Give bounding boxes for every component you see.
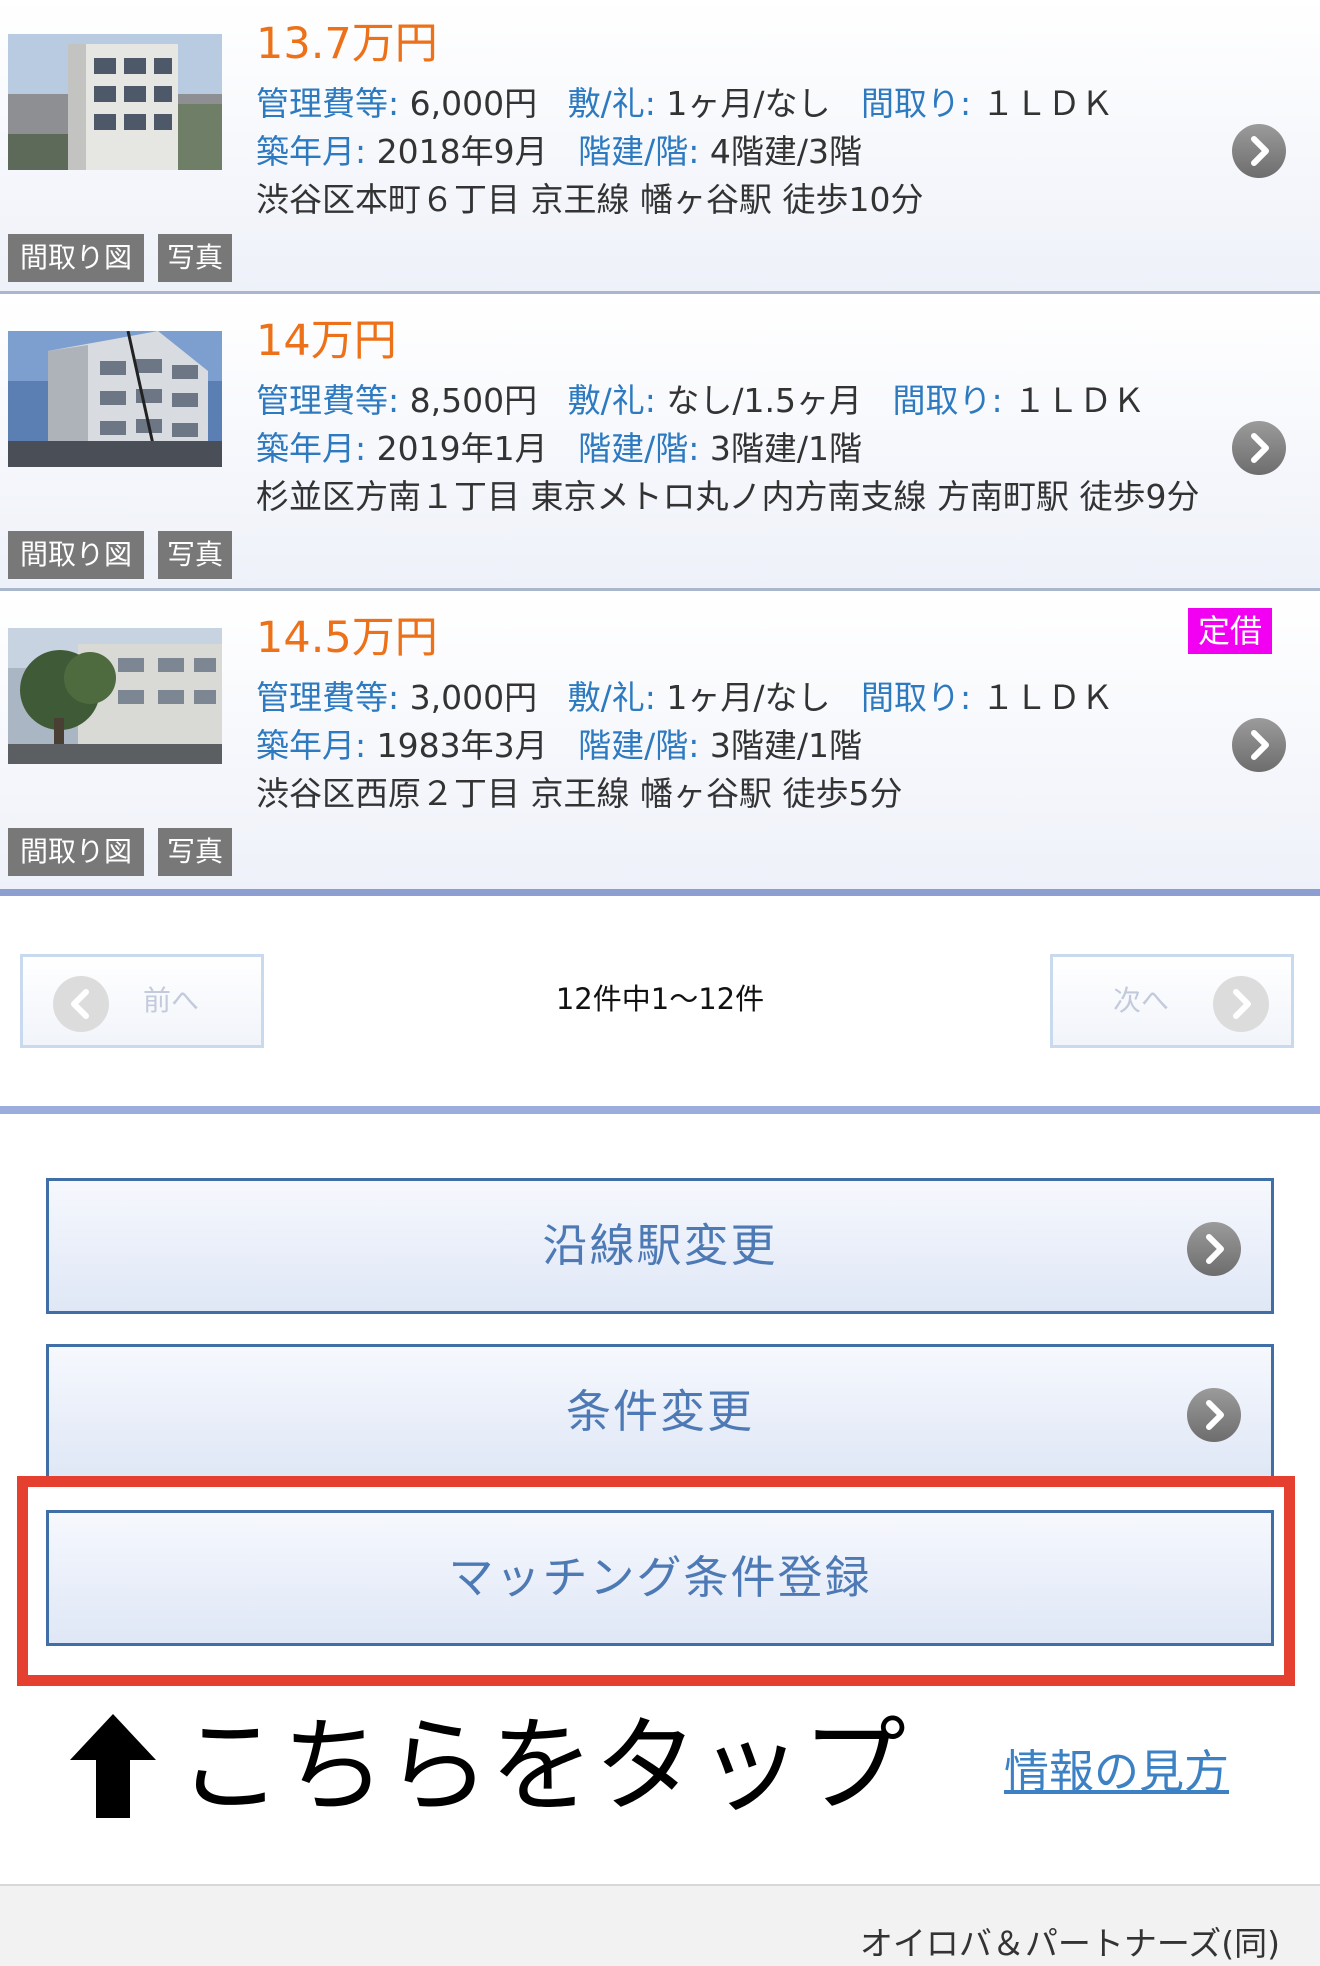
deposit-value: 1ヶ月/なし bbox=[666, 678, 831, 717]
rent-price: 13.7万円 bbox=[256, 19, 438, 69]
mgmt-fee-label: 管理費等: bbox=[256, 84, 400, 123]
chevron-right-circle-icon bbox=[1187, 1222, 1241, 1276]
built-label: 築年月: bbox=[256, 429, 367, 468]
built-value: 2018年9月 bbox=[376, 132, 548, 171]
prev-page-label: 前へ bbox=[143, 984, 200, 1017]
listing-fees-row: 管理費等: 6,000円 敷/礼: 1ヶ月/なし 間取り: １ＬＤＫ bbox=[256, 82, 1134, 126]
floor-label: 階建/階: bbox=[578, 429, 700, 468]
listing-building-row: 築年月: 2018年9月 階建/階: 4階建/3階 bbox=[256, 130, 882, 174]
layout-label: 間取り: bbox=[892, 381, 1003, 420]
deposit-label: 敷/礼: bbox=[567, 381, 656, 420]
line-station-change-button[interactable]: 沿線駅変更 bbox=[46, 1178, 1274, 1314]
photo-tag[interactable]: 写真 bbox=[158, 531, 232, 579]
line-station-change-label: 沿線駅変更 bbox=[542, 1219, 778, 1272]
floor-value: 3階建/1階 bbox=[709, 429, 862, 468]
listing-building-row: 築年月: 1983年3月 階建/階: 3階建/1階 bbox=[256, 724, 882, 768]
highlight-frame bbox=[17, 1476, 1295, 1686]
chevron-right-circle-icon bbox=[1213, 976, 1269, 1032]
mgmt-fee-label: 管理費等: bbox=[256, 381, 400, 420]
listing-card[interactable]: 間取り図 写真 14.5万円 定借 管理費等: 3,000円 敷/礼: 1ヶ月/… bbox=[0, 594, 1320, 896]
floor-label: 階建/階: bbox=[578, 132, 700, 171]
mgmt-fee-value: 6,000円 bbox=[409, 84, 538, 123]
prev-page-button[interactable]: 前へ bbox=[20, 954, 264, 1048]
property-photo-thumbnail[interactable] bbox=[8, 331, 222, 467]
condition-change-button[interactable]: 条件変更 bbox=[46, 1344, 1274, 1480]
floorplan-tag[interactable]: 間取り図 bbox=[8, 531, 144, 579]
layout-value: １ＬＤＫ bbox=[981, 678, 1114, 717]
footer: オイロバ＆パートナーズ(同) bbox=[0, 1884, 1320, 1966]
listing-card[interactable]: 間取り図 写真 14万円 管理費等: 8,500円 敷/礼: なし/1.5ヶ月 … bbox=[0, 297, 1320, 591]
layout-label: 間取り: bbox=[860, 678, 972, 717]
deposit-value: なし/1.5ヶ月 bbox=[666, 381, 862, 420]
property-photo-thumbnail[interactable] bbox=[8, 34, 222, 170]
floor-value: 3階建/1階 bbox=[709, 726, 862, 765]
listing-address: 渋谷区西原２丁目 京王線 幡ヶ谷駅 徒歩5分 bbox=[256, 774, 903, 813]
up-arrow-icon bbox=[70, 1714, 156, 1818]
tap-here-text: こちらをタップ bbox=[178, 1705, 907, 1827]
rent-price: 14万円 bbox=[256, 316, 397, 366]
deposit-label: 敷/礼: bbox=[567, 84, 656, 123]
mgmt-fee-value: 3,000円 bbox=[409, 678, 538, 717]
chevron-right-circle-icon[interactable] bbox=[1232, 124, 1286, 178]
section-divider bbox=[0, 1106, 1320, 1114]
condition-change-label: 条件変更 bbox=[565, 1385, 754, 1438]
layout-label: 間取り: bbox=[860, 84, 972, 123]
next-page-button[interactable]: 次へ bbox=[1050, 954, 1294, 1048]
built-label: 築年月: bbox=[256, 132, 367, 171]
built-value: 1983年3月 bbox=[376, 726, 548, 765]
built-value: 2019年1月 bbox=[376, 429, 548, 468]
mgmt-fee-value: 8,500円 bbox=[409, 381, 538, 420]
info-guide-link[interactable]: 情報の見方 bbox=[1004, 1744, 1229, 1800]
floor-value: 4階建/3階 bbox=[709, 132, 862, 171]
listing-address: 渋谷区本町６丁目 京王線 幡ヶ谷駅 徒歩10分 bbox=[256, 180, 924, 219]
chevron-right-circle-icon[interactable] bbox=[1232, 718, 1286, 772]
chevron-left-circle-icon bbox=[53, 976, 109, 1032]
photo-tag[interactable]: 写真 bbox=[158, 234, 232, 282]
footer-company: オイロバ＆パートナーズ(同) bbox=[859, 1924, 1280, 1963]
floorplan-tag[interactable]: 間取り図 bbox=[8, 828, 144, 876]
chevron-right-circle-icon[interactable] bbox=[1232, 421, 1286, 475]
layout-value: １ＬＤＫ bbox=[1013, 381, 1146, 420]
fixed-term-lease-badge: 定借 bbox=[1188, 608, 1272, 654]
photo-tag[interactable]: 写真 bbox=[158, 828, 232, 876]
floor-label: 階建/階: bbox=[578, 726, 700, 765]
next-page-label: 次へ bbox=[1113, 984, 1170, 1017]
listing-fees-row: 管理費等: 3,000円 敷/礼: 1ヶ月/なし 間取り: １ＬＤＫ bbox=[256, 676, 1134, 720]
deposit-label: 敷/礼: bbox=[567, 678, 656, 717]
listing-building-row: 築年月: 2019年1月 階建/階: 3階建/1階 bbox=[256, 427, 882, 471]
floorplan-tag[interactable]: 間取り図 bbox=[8, 234, 144, 282]
listing-address: 杉並区方南１丁目 東京メトロ丸ノ内方南支線 方南町駅 徒歩9分 bbox=[256, 477, 1200, 516]
rent-price: 14.5万円 bbox=[256, 613, 438, 663]
deposit-value: 1ヶ月/なし bbox=[666, 84, 831, 123]
listing-card[interactable]: 間取り図 写真 13.7万円 管理費等: 6,000円 敷/礼: 1ヶ月/なし … bbox=[0, 0, 1320, 294]
chevron-right-circle-icon bbox=[1187, 1388, 1241, 1442]
listing-fees-row: 管理費等: 8,500円 敷/礼: なし/1.5ヶ月 間取り: １ＬＤＫ bbox=[256, 379, 1165, 423]
layout-value: １ＬＤＫ bbox=[981, 84, 1114, 123]
built-label: 築年月: bbox=[256, 726, 367, 765]
property-photo-thumbnail[interactable] bbox=[8, 628, 222, 764]
mgmt-fee-label: 管理費等: bbox=[256, 678, 400, 717]
result-count: 12件中1〜12件 bbox=[555, 982, 765, 1016]
